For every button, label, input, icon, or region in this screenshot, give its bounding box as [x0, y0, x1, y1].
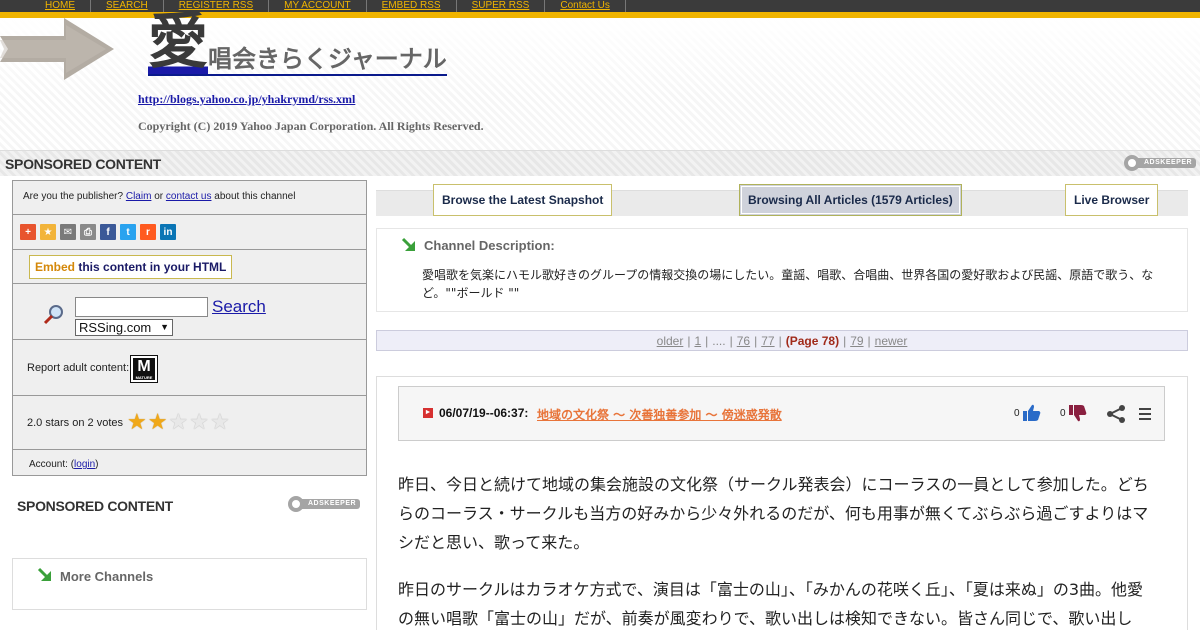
adskeeper-label: ADSKEEPER	[1138, 158, 1197, 168]
star-icon[interactable]: ★	[189, 411, 209, 433]
nav-link-contact-us[interactable]: Contact Us	[545, 0, 626, 12]
search-button[interactable]: Search	[212, 297, 266, 317]
pager-current: (Page 78)	[785, 333, 840, 348]
tab-all-articles[interactable]: Browsing All Articles (1579 Articles)	[739, 184, 962, 216]
site-title-big: 愛	[148, 7, 208, 77]
pager-page-77[interactable]: 77	[761, 334, 774, 348]
tab-live-browser[interactable]: Live Browser	[1065, 184, 1159, 216]
sponsored-content-label: SPONSORED CONTENT	[5, 156, 161, 172]
more-channels-label: More Channels	[60, 569, 154, 584]
like-count: 0	[1014, 407, 1020, 419]
publisher-suffix: about this channel	[214, 191, 296, 202]
green-arrow-icon	[401, 237, 415, 251]
claim-link[interactable]: Claim	[126, 191, 152, 202]
article-paragraph-1: 昨日、今日と続けて地域の集会施設の文化祭（サークル発表会）にコーラスの一員として…	[398, 475, 1149, 552]
login-link[interactable]: login	[74, 459, 95, 470]
star-rating[interactable]: ★ ★ ★ ★ ★	[127, 411, 230, 433]
arrow-logo-icon	[0, 18, 114, 80]
thumbs-up-icon	[1022, 404, 1040, 421]
pagination: older | 1 | .... | 76 | 77 | (Page 78) | 79 | n…	[376, 330, 1188, 351]
nav-link-my-account[interactable]: MY ACCOUNT	[269, 0, 367, 12]
share-icons: + ★ ✉ ⎙ f t r in	[20, 224, 176, 240]
dislike-count: 0	[1060, 407, 1066, 419]
dislike-button[interactable]: 0	[1060, 404, 1088, 422]
site-title-link[interactable]: 愛 唱会きらくジャーナル	[148, 10, 447, 76]
pager-page-1[interactable]: 1	[694, 334, 701, 348]
account-suffix: )	[95, 459, 99, 470]
report-adult-label: Report adult content:	[27, 362, 130, 374]
pager-page-79[interactable]: 79	[850, 334, 863, 348]
star-icon[interactable]: ★	[127, 411, 147, 433]
mature-letter: M	[137, 358, 151, 375]
magnifier-icon	[43, 305, 63, 325]
key-icon	[288, 496, 304, 512]
rss-feed-link[interactable]: http://blogs.yahoo.co.jp/yhakrymd/rss.xm…	[138, 92, 355, 107]
channel-description-box: Channel Description: 愛唱歌を気楽にハモル歌好きのグループの…	[376, 228, 1188, 312]
like-button[interactable]: 0	[1014, 404, 1042, 422]
site-title-rest: 唱会きらくジャーナル	[208, 45, 447, 73]
article-title-link[interactable]: 地域の文化祭 ～ 次善独善参加 ～ 傍迷惑発散	[537, 406, 782, 423]
channel-description-text: 愛唱歌を気楽にハモル歌好きのグループの情報交換の場にしたい。童謡、唱歌、合唱曲、…	[422, 268, 1154, 300]
menu-icon[interactable]	[1135, 404, 1157, 424]
pager-newer[interactable]: newer	[875, 334, 908, 348]
rating-text: 2.0 stars on 2 votes	[27, 417, 123, 429]
green-arrow-icon	[37, 567, 51, 581]
star-icon[interactable]: ★	[168, 411, 188, 433]
embed-rest: this content in your HTML	[78, 260, 227, 274]
facebook-icon[interactable]: f	[100, 224, 116, 240]
adskeeper-logo-2[interactable]: ADSKEEPER	[288, 496, 361, 512]
article-date: 06/07/19--06:37:	[439, 406, 529, 420]
more-channels-box[interactable]: More Channels	[12, 558, 367, 610]
sponsored-bar	[0, 150, 1200, 176]
publisher-text: Are you the publisher? Claim or contact …	[23, 191, 295, 202]
add-icon[interactable]: +	[20, 224, 36, 240]
chevron-down-icon: ▼	[160, 322, 169, 332]
bookmark-star-icon[interactable]: ★	[40, 224, 56, 240]
account-prefix: Account: (	[29, 459, 75, 470]
key-icon	[1124, 155, 1140, 171]
reddit-icon[interactable]: r	[140, 224, 156, 240]
contact-us-link[interactable]: contact us	[166, 191, 212, 202]
sponsored-content-label-2: SPONSORED CONTENT	[17, 498, 173, 514]
adskeeper-logo[interactable]: ADSKEEPER	[1124, 155, 1197, 171]
or-text: or	[154, 191, 164, 202]
email-icon[interactable]: ✉	[60, 224, 76, 240]
tab-latest-snapshot[interactable]: Browse the Latest Snapshot	[433, 184, 613, 216]
mature-rating-icon[interactable]: M MATURE	[130, 355, 158, 383]
embed-button[interactable]: Embed this content in your HTML	[29, 255, 233, 279]
linkedin-icon[interactable]: in	[160, 224, 176, 240]
top-nav-items: HOME SEARCH REGISTER RSS MY ACCOUNT EMBED RS…	[30, 0, 626, 12]
pager-page-76[interactable]: 76	[737, 334, 750, 348]
channel-description-title: Channel Description:	[424, 238, 555, 253]
twitter-icon[interactable]: t	[120, 224, 136, 240]
star-icon[interactable]: ★	[210, 411, 230, 433]
star-icon[interactable]: ★	[148, 411, 168, 433]
publisher-prefix: Are you the publisher?	[23, 191, 124, 202]
copyright-text: Copyright (C) 2019 Yahoo Japan Corporati…	[138, 119, 484, 133]
article-bullet-icon: ►	[423, 408, 433, 418]
print-icon[interactable]: ⎙	[80, 224, 96, 240]
channel-tools-panel: Are you the publisher? Claim or contact …	[12, 180, 367, 476]
embed-word: Embed	[35, 260, 76, 274]
site-select-value: RSSing.com	[79, 320, 152, 335]
mature-sub: MATURE	[135, 375, 153, 380]
pager-ellipsis: ....	[712, 333, 726, 348]
pager-older[interactable]: older	[657, 334, 684, 348]
article-header: ► 06/07/19--06:37: 地域の文化祭 ～ 次善独善参加 ～ 傍迷惑…	[398, 386, 1165, 441]
nav-link-home[interactable]: HOME	[30, 0, 91, 12]
article-paragraph-2: 昨日のサークルはカラオケ方式で、演目は「富士の山」、「みかんの花咲く丘」、「夏は…	[398, 580, 1144, 628]
share-icon[interactable]	[1105, 404, 1127, 424]
thumbs-down-icon	[1068, 405, 1086, 422]
nav-link-super-rss[interactable]: SUPER RSS	[457, 0, 546, 12]
nav-link-embed-rss[interactable]: EMBED RSS	[367, 0, 457, 12]
account-text: Account: (login)	[29, 459, 99, 470]
adskeeper-label-2: ADSKEEPER	[302, 499, 361, 509]
search-input[interactable]	[75, 297, 208, 317]
site-select[interactable]: RSSing.com ▼	[75, 319, 173, 336]
